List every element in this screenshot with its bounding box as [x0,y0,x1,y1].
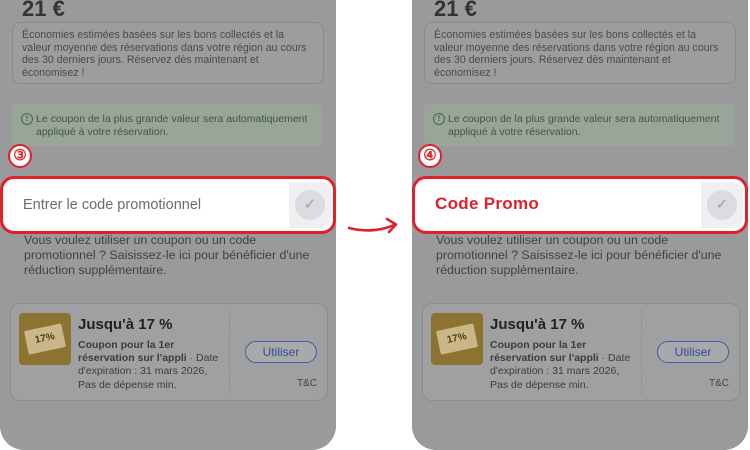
savings-info-text: Économies estimées basées sur les bons c… [22,29,307,79]
promo-apply-button[interactable]: ✓ [289,182,331,228]
info-icon: ! [21,113,33,125]
terms-link[interactable]: T&C [709,378,729,389]
promo-apply-button[interactable]: ✓ [701,182,743,228]
promo-code-input[interactable]: Entrer le code promotionnel ✓ [0,176,336,234]
coupon-desc-bold: Coupon pour la 1er réservation sur l'app… [78,339,187,365]
step-badge-3: ③ [8,144,32,168]
promo-code-value: Code Promo [435,194,540,213]
coupon-description: Coupon pour la 1er réservation sur l'app… [490,339,638,392]
info-icon: ! [433,113,445,125]
coupon-notice: ! Le coupon de la plus grande valeur ser… [12,104,322,146]
terms-link[interactable]: T&C [297,378,317,389]
coupon-divider [229,310,230,394]
coupon-card: 17% Jusqu'à 17 % Coupon pour la 1er rése… [422,303,740,401]
ticket-image: 17% [431,313,483,365]
promo-code-input[interactable]: Code Promo ✓ [412,176,748,234]
coupon-desc-bold: Coupon pour la 1er réservation sur l'app… [490,339,599,365]
ticket-label: 17% [435,323,479,355]
promo-hint-text: Vous voulez utiliser un coupon ou un cod… [436,233,722,278]
screen-right: 21 € Économies estimées basées sur les b… [412,0,748,450]
coupon-notice-text: Le coupon de la plus grande valeur sera … [36,113,308,138]
price-value: 21 € [434,0,477,21]
promo-hint-text: Vous voulez utiliser un coupon ou un cod… [24,233,310,278]
use-coupon-button[interactable]: Utiliser [245,341,317,363]
step-badge-4: ④ [418,144,442,168]
check-icon: ✓ [295,190,325,220]
arrow-right-icon [347,217,398,234]
screen-left: 21 € Économies estimées basées sur les b… [0,0,336,450]
use-coupon-button[interactable]: Utiliser [657,341,729,363]
coupon-divider [641,310,642,394]
coupon-notice: ! Le coupon de la plus grande valeur ser… [424,104,734,146]
coupon-title: Jusqu'à 17 % [490,316,585,333]
promo-code-placeholder: Entrer le code promotionnel [23,197,202,213]
coupon-description: Coupon pour la 1er réservation sur l'app… [78,339,226,392]
price-value: 21 € [22,0,65,21]
savings-info-text: Économies estimées basées sur les bons c… [434,29,719,79]
coupon-card: 17% Jusqu'à 17 % Coupon pour la 1er rése… [10,303,328,401]
coupon-title: Jusqu'à 17 % [78,316,173,333]
check-icon: ✓ [707,190,737,220]
coupon-notice-text: Le coupon de la plus grande valeur sera … [448,113,720,138]
ticket-label: 17% [23,323,67,355]
ticket-image: 17% [19,313,71,365]
